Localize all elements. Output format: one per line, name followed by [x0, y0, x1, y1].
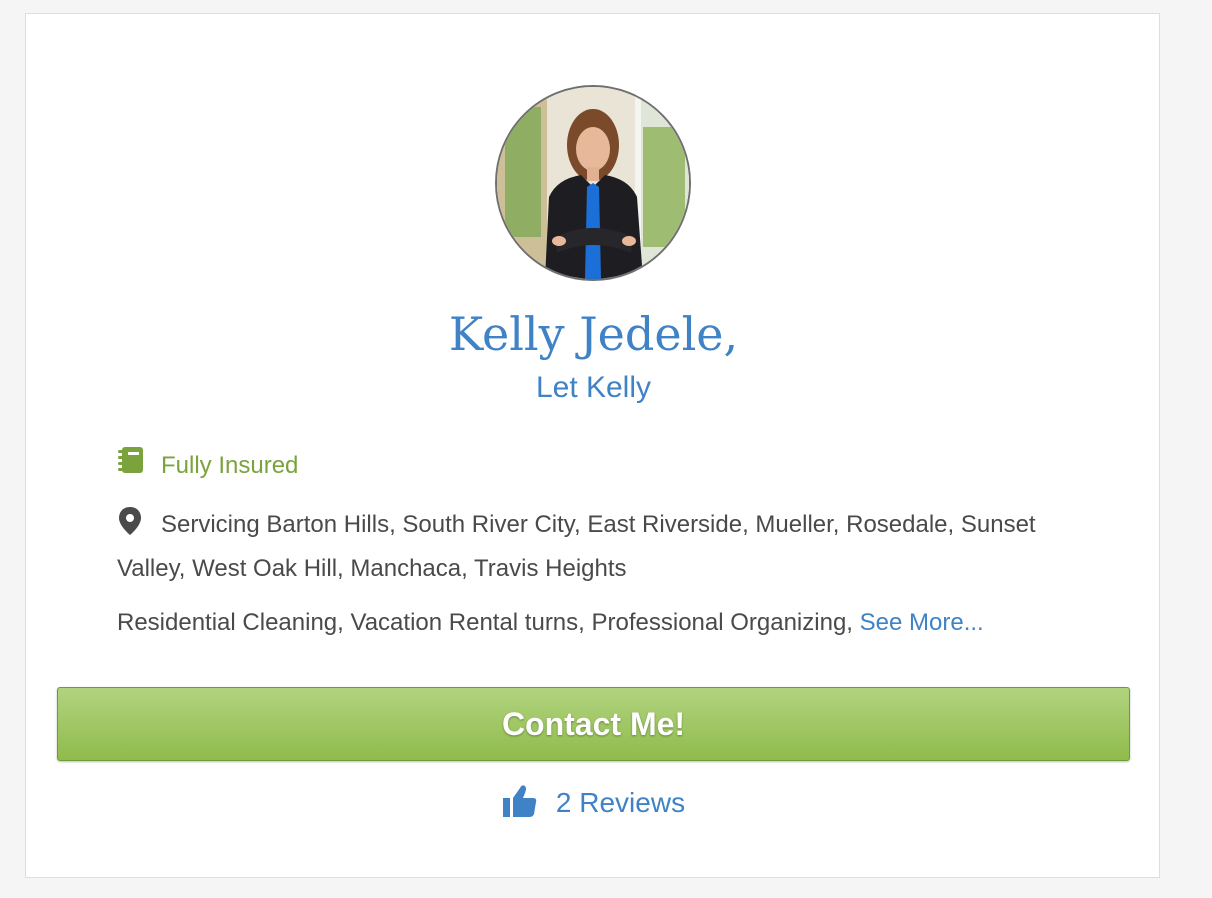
reviews-link[interactable]: 2 Reviews — [26, 783, 1161, 829]
provider-name: Kelly Jedele, — [448, 307, 739, 361]
thumbs-up-icon — [502, 784, 538, 829]
service-area-text: Servicing Barton Hills, South River City… — [117, 511, 1036, 582]
service-area: Servicing Barton Hills, South River City… — [117, 505, 1077, 589]
avatar — [495, 85, 691, 281]
map-pin-icon — [117, 506, 147, 549]
profile-card: Kelly Jedele, Let Kelly Fully Insured Se… — [25, 13, 1160, 878]
reviews-label: 2 Reviews — [555, 787, 686, 818]
services-text: Residential Cleaning, Vacation Rental tu… — [117, 609, 853, 636]
see-more-link[interactable]: See More... — [860, 609, 984, 636]
contact-me-button[interactable]: Contact Me! — [57, 687, 1130, 761]
services-list: Residential Cleaning, Vacation Rental tu… — [117, 603, 984, 643]
profile-photo — [497, 87, 689, 279]
insured-badge: Fully Insured — [117, 445, 298, 488]
insured-label: Fully Insured — [161, 451, 299, 479]
business-name: Let Kelly — [535, 371, 652, 404]
insurance-book-icon — [117, 445, 147, 488]
